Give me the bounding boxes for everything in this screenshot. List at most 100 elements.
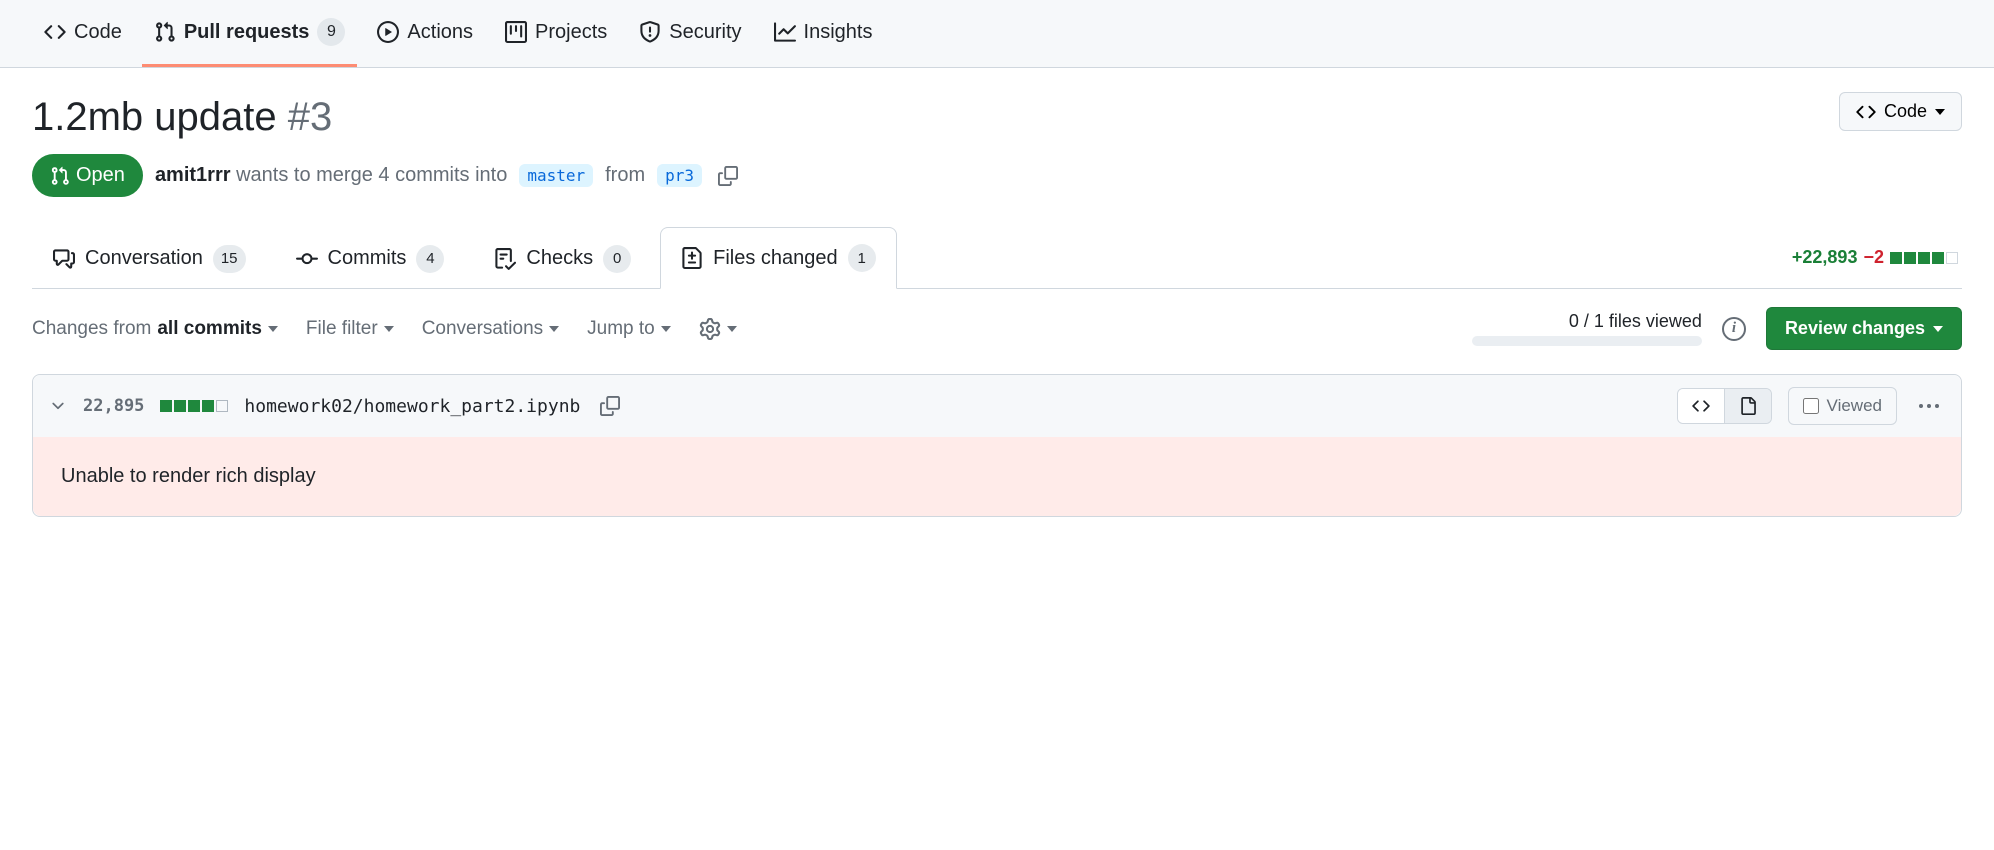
nav-insights[interactable]: Insights	[762, 0, 885, 67]
changes-from-prefix: Changes from	[32, 318, 151, 340]
checks-count: 0	[603, 245, 631, 273]
viewed-checkbox[interactable]: Viewed	[1788, 387, 1897, 425]
state-badge: Open	[32, 154, 143, 197]
nav-code-label: Code	[74, 21, 122, 44]
nav-actions[interactable]: Actions	[365, 0, 485, 67]
copy-branch-button[interactable]	[714, 162, 742, 190]
nav-security[interactable]: Security	[627, 0, 753, 67]
tab-files-changed[interactable]: Files changed 1	[660, 227, 897, 289]
diff-stats: +22,893 −2	[1792, 247, 1962, 268]
code-icon	[1856, 102, 1876, 122]
file-block: 22,895 homework02/homework_part2.ipynb	[32, 374, 1962, 517]
files-viewed-progress	[1472, 336, 1702, 346]
info-icon[interactable]: i	[1722, 317, 1746, 341]
pr-header: 1.2mb update #3 Open amit1rrr wants to m…	[32, 92, 1962, 197]
gear-icon	[699, 318, 721, 340]
file-change-count: 22,895	[83, 396, 144, 416]
tab-checks-label: Checks	[526, 247, 593, 270]
changes-from-value: all commits	[157, 318, 262, 340]
file-collapse-toggle[interactable]	[49, 397, 67, 415]
tab-commits-label: Commits	[328, 247, 407, 270]
file-filter-dropdown[interactable]: File filter	[306, 318, 394, 340]
git-commit-icon	[296, 248, 318, 270]
pr-number: #3	[288, 95, 333, 139]
file-icon	[1739, 397, 1757, 415]
pr-meta: Open amit1rrr wants to merge 4 commits i…	[32, 154, 1823, 197]
display-rich-button[interactable]	[1724, 389, 1771, 423]
display-source-button[interactable]	[1678, 389, 1724, 423]
pr-author[interactable]: amit1rrr	[155, 164, 231, 186]
pr-tabs: Conversation 15 Commits 4 Checks 0 Files…	[32, 227, 1962, 289]
file-more-menu[interactable]	[1913, 398, 1945, 414]
file-error-message: Unable to render rich display	[33, 437, 1961, 516]
viewed-label-text: Viewed	[1827, 396, 1882, 416]
repo-nav: Code Pull requests 9 Actions Projects Se…	[0, 0, 1994, 68]
settings-dropdown[interactable]	[699, 318, 737, 340]
nav-pull-requests[interactable]: Pull requests 9	[142, 0, 358, 67]
file-diff-icon	[681, 247, 703, 269]
merge-text-1: wants to merge 4 commits into	[236, 164, 507, 186]
display-mode-toggle	[1677, 388, 1772, 424]
code-button-label: Code	[1884, 101, 1927, 122]
tab-checks[interactable]: Checks 0	[473, 228, 652, 289]
git-pull-request-icon	[154, 21, 176, 43]
graph-icon	[774, 21, 796, 43]
chevron-down-icon	[49, 397, 67, 415]
code-icon	[1692, 397, 1710, 415]
caret-down-icon	[727, 326, 737, 332]
commits-count: 4	[416, 245, 444, 273]
checklist-icon	[494, 248, 516, 270]
base-branch[interactable]: master	[519, 164, 593, 187]
file-path[interactable]: homework02/homework_part2.ipynb	[244, 396, 580, 417]
additions-count: +22,893	[1792, 247, 1858, 268]
files-changed-count: 1	[848, 244, 876, 272]
caret-down-icon	[1933, 326, 1943, 332]
conversations-dropdown[interactable]: Conversations	[422, 318, 559, 340]
git-pull-request-icon	[50, 166, 70, 186]
nav-insights-label: Insights	[804, 21, 873, 44]
changes-from-dropdown[interactable]: Changes from all commits	[32, 318, 278, 340]
tab-conversation[interactable]: Conversation 15	[32, 228, 267, 289]
diff-boxes	[1890, 252, 1958, 264]
nav-code[interactable]: Code	[32, 0, 134, 67]
tab-commits[interactable]: Commits 4	[275, 228, 466, 289]
project-icon	[505, 21, 527, 43]
tab-conversation-label: Conversation	[85, 247, 203, 270]
nav-projects-label: Projects	[535, 21, 607, 44]
conversation-count: 15	[213, 245, 246, 273]
caret-down-icon	[384, 326, 394, 332]
head-branch[interactable]: pr3	[657, 164, 702, 187]
file-filter-label: File filter	[306, 318, 378, 340]
caret-down-icon	[268, 326, 278, 332]
jump-to-dropdown[interactable]: Jump to	[587, 318, 671, 340]
caret-down-icon	[661, 326, 671, 332]
file-diff-boxes	[160, 400, 228, 412]
nav-security-label: Security	[669, 21, 741, 44]
state-text: Open	[76, 164, 125, 187]
copy-icon	[600, 396, 620, 416]
code-icon	[44, 21, 66, 43]
tab-files-changed-label: Files changed	[713, 247, 838, 270]
code-button[interactable]: Code	[1839, 92, 1962, 131]
pull-requests-count: 9	[317, 18, 345, 46]
comment-discussion-icon	[53, 248, 75, 270]
copy-path-button[interactable]	[596, 392, 624, 420]
deletions-count: −2	[1863, 247, 1884, 268]
merge-text-2: from	[605, 164, 645, 187]
kebab-icon	[1919, 404, 1939, 408]
nav-projects[interactable]: Projects	[493, 0, 619, 67]
file-header: 22,895 homework02/homework_part2.ipynb	[33, 375, 1961, 437]
files-toolbar: Changes from all commits File filter Con…	[32, 289, 1962, 374]
caret-down-icon	[1935, 109, 1945, 115]
jump-to-label: Jump to	[587, 318, 655, 340]
review-changes-button[interactable]: Review changes	[1766, 307, 1962, 350]
copy-icon	[718, 166, 738, 186]
caret-down-icon	[549, 326, 559, 332]
review-changes-label: Review changes	[1785, 318, 1925, 339]
nav-pull-requests-label: Pull requests	[184, 21, 310, 44]
nav-actions-label: Actions	[407, 21, 473, 44]
viewed-checkbox-input[interactable]	[1803, 398, 1819, 414]
shield-icon	[639, 21, 661, 43]
pr-title-text: 1.2mb update	[32, 95, 277, 139]
conversations-label: Conversations	[422, 318, 543, 340]
